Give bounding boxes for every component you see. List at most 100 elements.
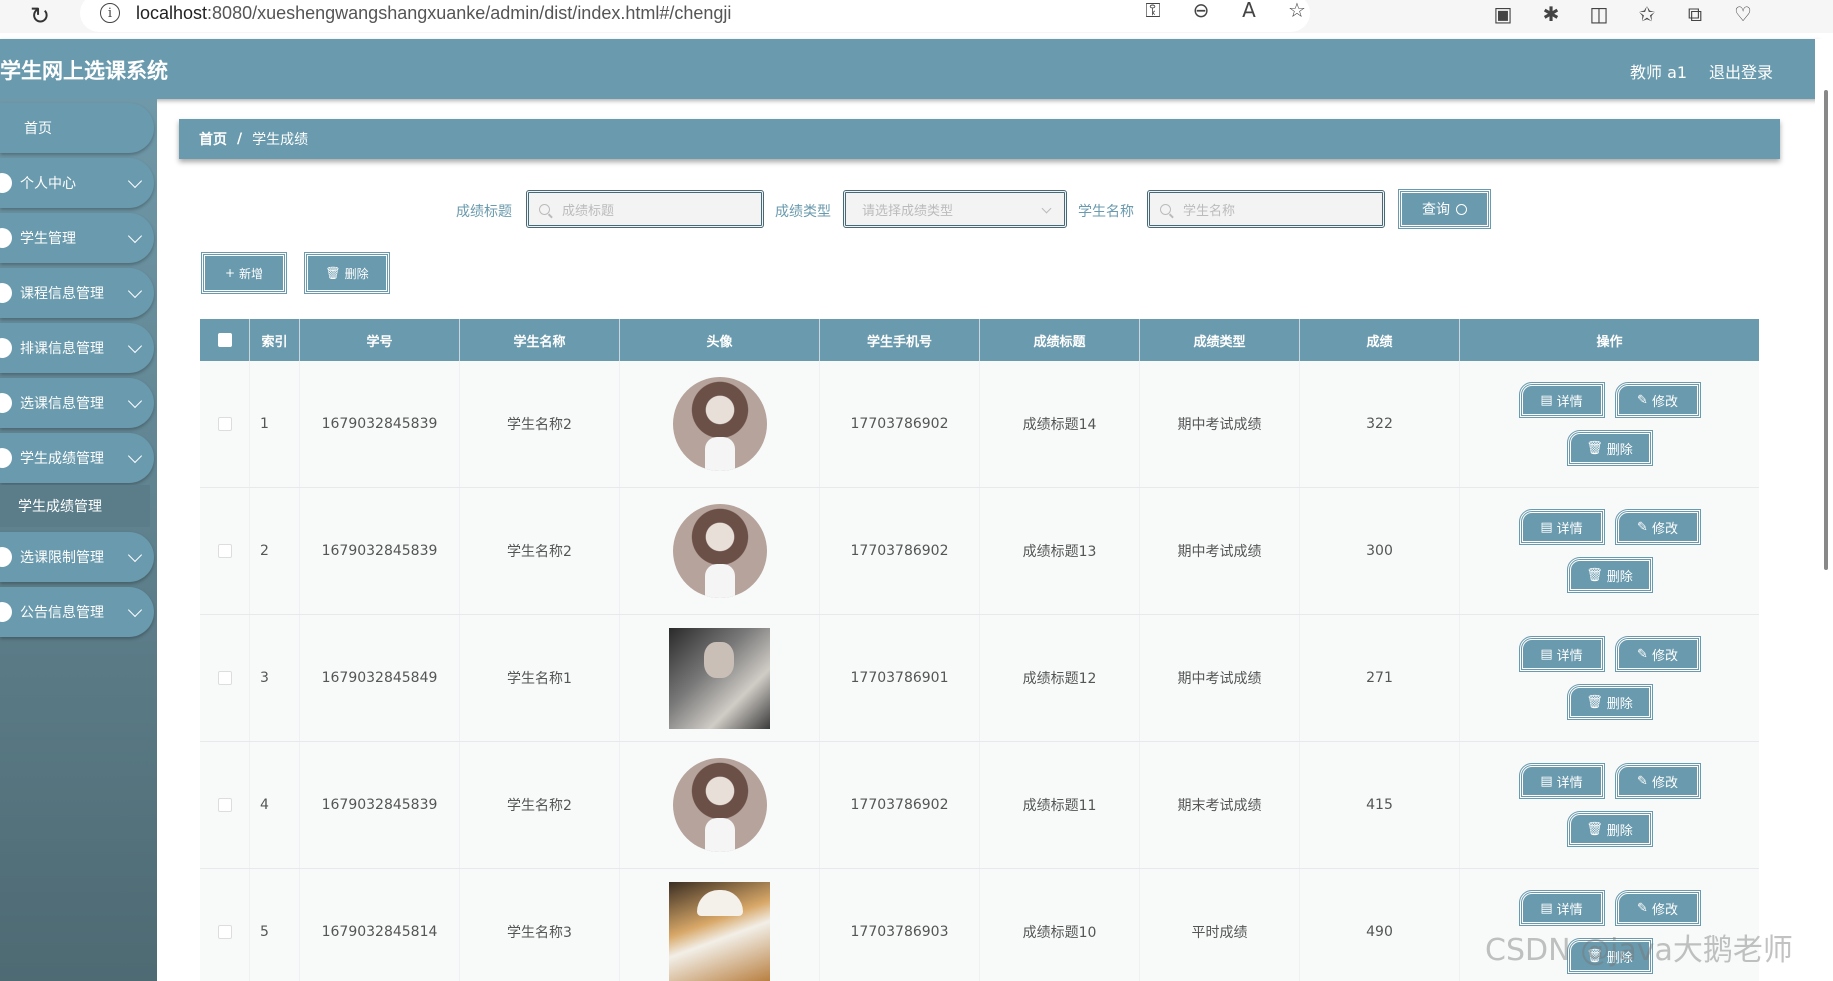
row-score: 322 — [1300, 361, 1460, 487]
row-operations: ▤ 详情 ✎ 修改 🗑 删除 — [1460, 615, 1759, 741]
collections-icon[interactable]: ⧉ — [1682, 2, 1708, 26]
row-score-type: 期中考试成绩 — [1140, 488, 1300, 614]
sidebar-item-label: 首页 — [24, 121, 52, 137]
document-icon: ▤ — [1540, 900, 1553, 916]
address-bar[interactable]: i localhost:8080/xueshengwangshangxuanke… — [80, 0, 1310, 32]
sidebar-item-selection-info[interactable]: 选课信息管理 — [0, 378, 154, 428]
url-text[interactable]: localhost:8080/xueshengwangshangxuanke/a… — [136, 3, 731, 24]
row-select-cell — [200, 742, 250, 868]
row-select-cell — [200, 361, 250, 487]
student-name-label: 学生名称 — [1078, 204, 1134, 220]
row-student-no: 1679032845839 — [300, 488, 460, 614]
zoom-out-icon[interactable]: ⊖ — [1188, 0, 1214, 22]
row-checkbox[interactable] — [217, 417, 232, 431]
select-all-checkbox[interactable] — [217, 333, 232, 347]
query-button[interactable]: 查询 — [1398, 189, 1491, 229]
edit-button-label: 修改 — [1651, 902, 1678, 918]
search-icon — [1456, 203, 1467, 215]
row-checkbox[interactable] — [217, 925, 232, 939]
avatar — [669, 627, 770, 729]
plus-icon: + — [224, 266, 236, 280]
page-scrollbar-thumb[interactable] — [1824, 90, 1828, 570]
edit-button[interactable]: ✎ 修改 — [1614, 382, 1701, 418]
detail-button[interactable]: ▤ 详情 — [1518, 763, 1605, 799]
delete-button-label: 删除 — [1606, 823, 1633, 839]
sidebar-item-home[interactable]: 首页 — [0, 103, 154, 153]
delete-button[interactable]: 🗑 删除 — [1566, 811, 1653, 847]
reload-icon[interactable]: ↻ — [30, 2, 50, 30]
score-type-select[interactable]: 请选择成绩类型 — [843, 190, 1067, 228]
favorites-list-icon[interactable]: ✩ — [1634, 2, 1660, 26]
app-header: 学生网上选课系统 教师 a1 退出登录 — [0, 39, 1820, 99]
extension-app-icon[interactable]: ▣ — [1490, 2, 1516, 26]
header-score-type: 成绩类型 — [1140, 319, 1300, 361]
detail-button-label: 详情 — [1556, 775, 1583, 791]
sidebar-item-label: 选课信息管理 — [20, 396, 104, 412]
row-avatar-cell — [620, 742, 820, 868]
delete-button[interactable]: 🗑 删除 — [1566, 557, 1653, 593]
row-student-no: 1679032845839 — [300, 742, 460, 868]
row-score-type: 期末考试成绩 — [1140, 742, 1300, 868]
detail-button[interactable]: ▤ 详情 — [1518, 636, 1605, 672]
score-title-input[interactable]: 成绩标题 — [526, 190, 764, 228]
header-score-title: 成绩标题 — [980, 319, 1140, 361]
student-name-input[interactable]: 学生名称 — [1147, 190, 1385, 228]
edit-button[interactable]: ✎ 修改 — [1614, 763, 1701, 799]
sidebar-item-announcement[interactable]: 公告信息管理 — [0, 587, 154, 637]
split-screen-icon[interactable]: ◫ — [1586, 2, 1612, 26]
detail-button[interactable]: ▤ 详情 — [1518, 890, 1605, 926]
logout-link[interactable]: 退出登录 — [1709, 59, 1773, 83]
info-icon[interactable]: i — [100, 3, 120, 23]
batch-delete-button[interactable]: 🗑 删除 — [304, 252, 390, 294]
extensions-puzzle-icon[interactable]: ✱ — [1538, 2, 1564, 26]
row-index: 5 — [250, 869, 300, 981]
add-button-label: 新增 — [239, 266, 264, 281]
table-row: 3 1679032845849 学生名称1 17703786901 成绩标题12 期中考试… — [200, 615, 1759, 742]
table-row: 2 1679032845839 学生名称2 17703786902 成绩标题13 期中考试… — [200, 488, 1759, 615]
pencil-icon: ✎ — [1637, 392, 1648, 408]
row-student-name: 学生名称2 — [460, 742, 620, 868]
add-button[interactable]: + 新增 — [201, 252, 287, 294]
breadcrumb-home[interactable]: 首页 — [199, 129, 227, 149]
sidebar-item-schedule-info[interactable]: 排课信息管理 — [0, 323, 154, 373]
browser-essentials-icon[interactable]: ♡ — [1730, 2, 1756, 26]
delete-button-label: 删除 — [344, 266, 369, 281]
avatar — [672, 377, 767, 471]
sidebar-item-label: 公告信息管理 — [20, 605, 104, 621]
breadcrumb: 首页 / 学生成绩 — [179, 119, 1780, 159]
score-title-placeholder: 成绩标题 — [562, 203, 615, 219]
row-index: 1 — [250, 361, 300, 487]
row-checkbox[interactable] — [217, 798, 232, 812]
pencil-icon: ✎ — [1637, 773, 1648, 789]
sidebar-item-score-management[interactable]: 学生成绩管理 — [0, 433, 154, 483]
row-student-no: 1679032845849 — [300, 615, 460, 741]
row-phone: 17703786902 — [820, 742, 980, 868]
key-icon[interactable]: ⚿ — [1140, 0, 1166, 22]
edit-button[interactable]: ✎ 修改 — [1614, 890, 1701, 926]
sidebar-subitem-score-management[interactable]: 学生成绩管理 — [0, 485, 150, 527]
edit-button[interactable]: ✎ 修改 — [1614, 636, 1701, 672]
edit-button[interactable]: ✎ 修改 — [1614, 509, 1701, 545]
sidebar-item-course-info[interactable]: 课程信息管理 — [0, 268, 154, 318]
sidebar-item-label: 选课限制管理 — [20, 550, 104, 566]
trash-icon: 🗑 — [325, 266, 341, 280]
detail-button-label: 详情 — [1556, 902, 1583, 918]
read-aloud-icon[interactable]: A — [1236, 0, 1262, 22]
detail-button[interactable]: ▤ 详情 — [1518, 382, 1605, 418]
row-score-title: 成绩标题11 — [980, 742, 1140, 868]
row-score: 271 — [1300, 615, 1460, 741]
favorite-star-icon[interactable]: ☆ — [1284, 0, 1310, 22]
pencil-icon: ✎ — [1637, 900, 1648, 916]
sidebar-item-selection-limit[interactable]: 选课限制管理 — [0, 532, 154, 582]
header-operations: 操作 — [1596, 334, 1623, 350]
browser-toolbar: ↻ i localhost:8080/xueshengwangshangxuan… — [0, 0, 1833, 33]
delete-button[interactable]: 🗑 删除 — [1566, 430, 1653, 466]
avatar — [672, 504, 767, 598]
edit-button-label: 修改 — [1651, 648, 1678, 664]
delete-button[interactable]: 🗑 删除 — [1566, 684, 1653, 720]
detail-button[interactable]: ▤ 详情 — [1518, 509, 1605, 545]
row-checkbox[interactable] — [217, 671, 232, 685]
chevron-down-icon — [127, 393, 143, 408]
header-student-no: 学号 — [300, 319, 460, 361]
row-checkbox[interactable] — [217, 544, 232, 558]
